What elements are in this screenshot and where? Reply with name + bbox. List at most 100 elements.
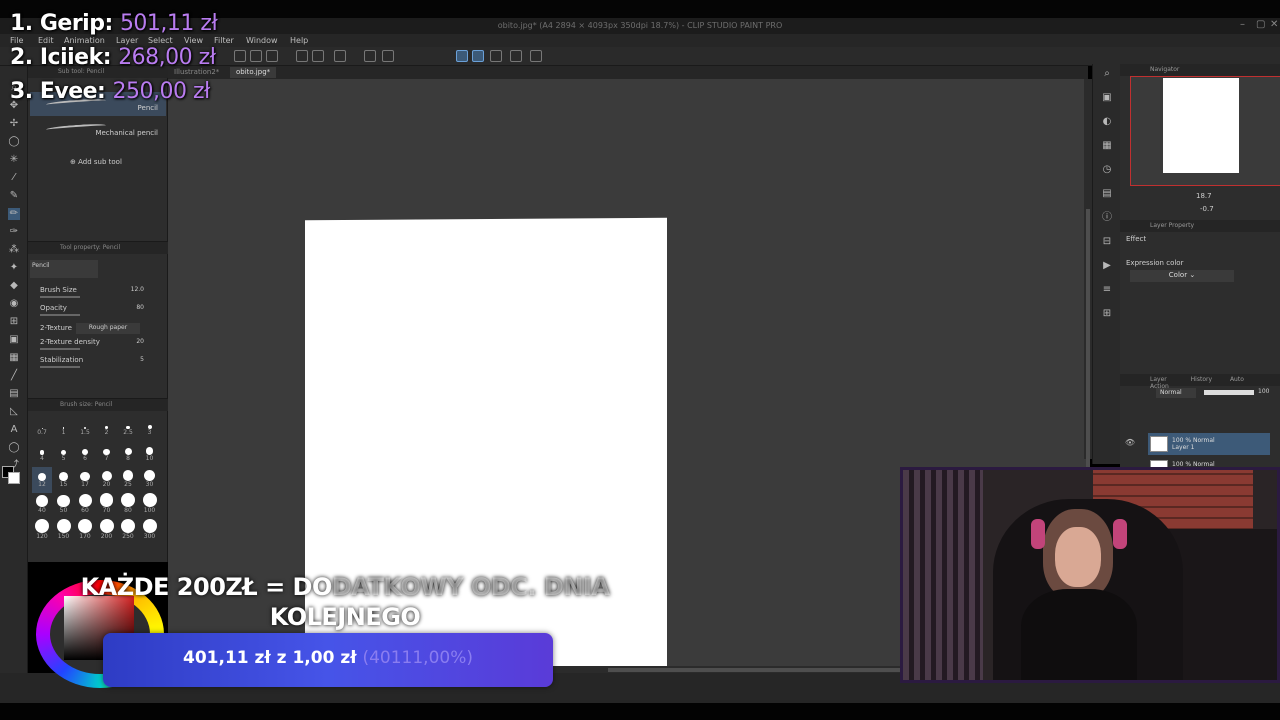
figure-tool-icon[interactable]: ▦ xyxy=(8,352,20,364)
brush-size-option[interactable]: 17 xyxy=(75,467,95,493)
line-tool-icon[interactable]: ╱ xyxy=(8,370,20,382)
brush-tool-icon[interactable]: ✑ xyxy=(8,226,20,238)
color-wheel-icon[interactable]: ◐ xyxy=(1101,116,1113,128)
assist-icon[interactable] xyxy=(530,50,542,62)
wand-tool-icon[interactable]: ✳ xyxy=(8,154,20,166)
transform-icon[interactable] xyxy=(382,50,394,62)
color-set-icon[interactable]: ▦ xyxy=(1101,140,1113,152)
open-icon[interactable] xyxy=(250,50,262,62)
fill-tool-icon[interactable]: ⊞ xyxy=(8,316,20,328)
expression-color-select[interactable]: Color ⌄ xyxy=(1130,270,1234,282)
brush-size-option[interactable]: 50 xyxy=(54,493,74,519)
brush-size-option[interactable]: 100 xyxy=(140,493,160,519)
brush-size-option[interactable]: 1.5 xyxy=(75,415,95,441)
search-icon[interactable]: ⌕ xyxy=(1101,68,1113,80)
sub-view-icon[interactable]: ▤ xyxy=(1101,188,1113,200)
blend-tool-icon[interactable]: ◉ xyxy=(8,298,20,310)
animation-icon[interactable]: ▶ xyxy=(1101,260,1113,272)
texture-row[interactable]: 2-Texture Rough paper xyxy=(40,323,164,334)
tab-layer[interactable]: Layer xyxy=(1150,376,1167,383)
brush-size-option[interactable]: 5 xyxy=(54,441,74,467)
brush-size-option[interactable]: 12 xyxy=(32,467,52,493)
texture-value[interactable]: Rough paper xyxy=(76,323,140,334)
layer-row[interactable]: 100 % Normal Layer 1 xyxy=(1148,433,1270,455)
brush-size-row[interactable]: Brush Size 12.0 xyxy=(40,286,164,298)
brush-size-option[interactable]: 60 xyxy=(75,493,95,519)
brush-size-option[interactable]: 8 xyxy=(118,441,138,467)
menu-select[interactable]: Select xyxy=(148,36,173,45)
timeline-icon[interactable]: ≡ xyxy=(1101,284,1113,296)
canvas-vertical-scrollbar[interactable] xyxy=(1084,79,1092,529)
quick-access-icon[interactable]: ⊞ xyxy=(1101,308,1113,320)
brush-size-option[interactable]: 1 xyxy=(54,415,74,441)
pen-tool-icon[interactable]: ✎ xyxy=(8,190,20,202)
fill-icon[interactable] xyxy=(364,50,376,62)
snap-ruler-icon[interactable] xyxy=(456,50,468,62)
brush-size-option[interactable]: 70 xyxy=(97,493,117,519)
brush-size-option[interactable]: 20 xyxy=(97,467,117,493)
eraser-tool-icon[interactable]: ◆ xyxy=(8,280,20,292)
brush-size-slider[interactable] xyxy=(40,296,80,298)
brush-size-option[interactable]: 25 xyxy=(118,467,138,493)
new-file-icon[interactable] xyxy=(234,50,246,62)
close-icon[interactable]: ✕ xyxy=(1270,19,1278,30)
brush-size-option[interactable]: 300 xyxy=(140,519,160,545)
menu-layer[interactable]: Layer xyxy=(116,36,138,45)
tab-history[interactable]: History xyxy=(1191,376,1212,383)
tool-preset[interactable]: Pencil xyxy=(30,260,98,278)
navigator-zoom[interactable]: 18.7 xyxy=(1196,192,1212,200)
layer-opacity-slider[interactable] xyxy=(1204,390,1254,395)
brush-size-option[interactable]: 2 xyxy=(97,415,117,441)
brush-size-option[interactable]: 250 xyxy=(118,519,138,545)
eyedropper-tool-icon[interactable]: ⁄ xyxy=(8,172,20,184)
stabilization-slider[interactable] xyxy=(40,366,80,368)
menu-view[interactable]: View xyxy=(184,36,203,45)
brush-size-option[interactable]: 3 xyxy=(140,415,160,441)
brush-size-value[interactable]: 12.0 xyxy=(131,286,144,293)
brush-size-option[interactable]: 200 xyxy=(97,519,117,545)
brush-size-option[interactable]: 10 xyxy=(140,441,160,467)
brush-size-option[interactable]: 170 xyxy=(75,519,95,545)
move-tool-icon[interactable]: ✢ xyxy=(8,118,20,130)
pencil-tool-icon[interactable]: ✏ xyxy=(8,208,20,220)
navigator-view[interactable] xyxy=(1130,76,1280,186)
undo-icon[interactable] xyxy=(296,50,308,62)
brush-size-option[interactable]: 30 xyxy=(140,467,160,493)
texture-density-value[interactable]: 20 xyxy=(136,338,144,345)
eye-icon[interactable]: 👁 xyxy=(1124,437,1136,449)
text-tool-icon[interactable]: A xyxy=(8,424,20,436)
texture-density-row[interactable]: 2-Texture density 20 xyxy=(40,338,164,350)
brush-size-option[interactable]: 120 xyxy=(32,519,52,545)
gradient-tool-icon[interactable]: ▣ xyxy=(8,334,20,346)
menu-animation[interactable]: Animation xyxy=(64,36,105,45)
opacity-value[interactable]: 80 xyxy=(136,304,144,311)
menu-window[interactable]: Window xyxy=(246,36,278,45)
ruler-icon[interactable] xyxy=(510,50,522,62)
opacity-row[interactable]: Opacity 80 xyxy=(40,304,164,316)
minimize-icon[interactable]: – xyxy=(1240,19,1245,30)
lasso-tool-icon[interactable]: ◯ xyxy=(8,136,20,148)
decoration-tool-icon[interactable]: ✦ xyxy=(8,262,20,274)
menu-help[interactable]: Help xyxy=(290,36,308,45)
navigator-rotation[interactable]: -0.7 xyxy=(1200,205,1214,213)
brush-size-option[interactable]: 80 xyxy=(118,493,138,519)
texture-density-slider[interactable] xyxy=(40,348,80,350)
menu-filter[interactable]: Filter xyxy=(214,36,234,45)
snap-special-ruler-icon[interactable] xyxy=(472,50,484,62)
opacity-slider[interactable] xyxy=(40,314,80,316)
history-icon[interactable]: ◷ xyxy=(1101,164,1113,176)
brush-size-option[interactable]: 40 xyxy=(32,493,52,519)
stabilization-row[interactable]: Stabilization 5 xyxy=(40,356,164,368)
save-icon[interactable] xyxy=(266,50,278,62)
tab-obito[interactable]: obito.jpg* xyxy=(230,67,277,78)
sub-color-chip[interactable] xyxy=(8,472,20,484)
stabilization-value[interactable]: 5 xyxy=(140,356,144,363)
ruler-tool-icon[interactable]: ◺ xyxy=(8,406,20,418)
brush-size-option[interactable]: 6 xyxy=(75,441,95,467)
brush-size-option[interactable]: 0.7 xyxy=(32,415,52,441)
frame-tool-icon[interactable]: ▤ xyxy=(8,388,20,400)
subtool-mechanical-pencil[interactable]: Mechanical pencil xyxy=(30,117,166,141)
airbrush-tool-icon[interactable]: ⁂ xyxy=(8,244,20,256)
brush-size-option[interactable]: 2.5 xyxy=(118,415,138,441)
layer-opacity-value[interactable]: 100 xyxy=(1258,388,1269,395)
